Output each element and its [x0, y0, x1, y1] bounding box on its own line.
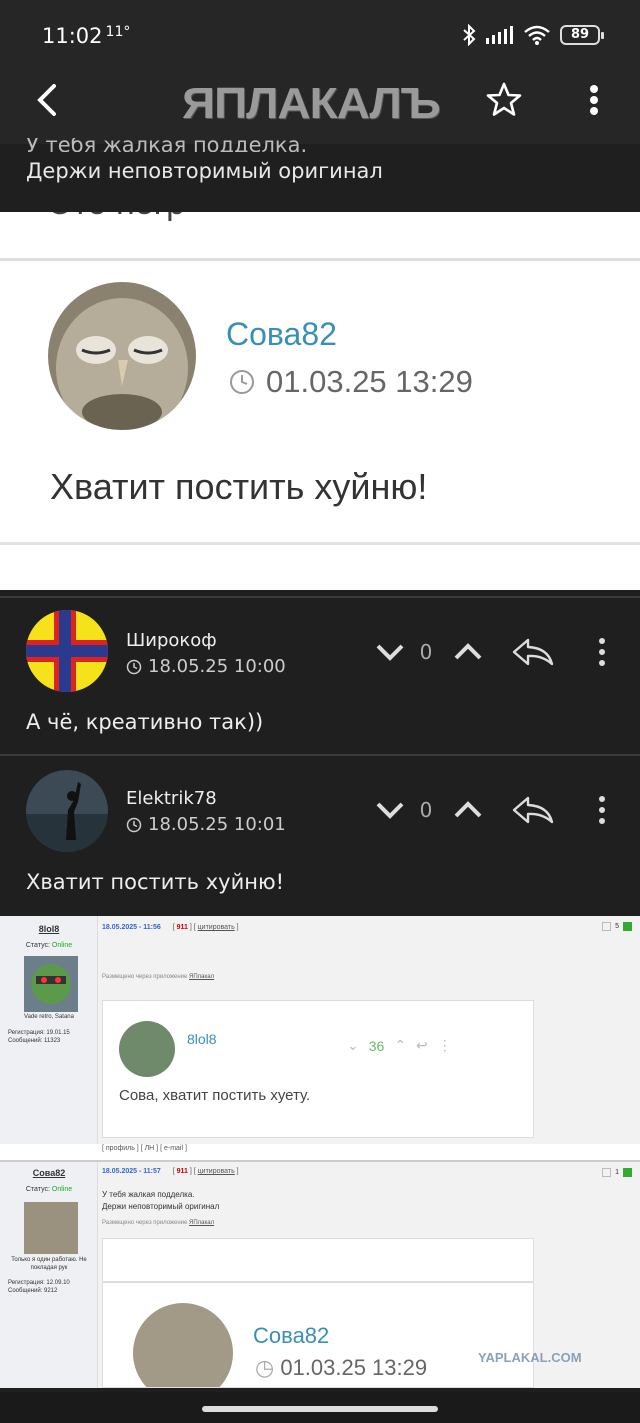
user-msgs: Сообщений: 11323 [8, 1038, 61, 1044]
inner-text: Сова, хватит постить хуету. [119, 1087, 311, 1104]
user-status: Статус: Online [25, 1186, 73, 1193]
username[interactable]: Сова82 [0, 1168, 98, 1178]
comment-menu-icon[interactable] [592, 636, 612, 668]
inner-author: 8lol8 [187, 1031, 217, 1047]
profile-links[interactable]: [ профиль ] [ ЛН ] [ e-mail ] [102, 1145, 187, 1152]
post-via: Размещено через приложение ЯПлакал [102, 1220, 215, 1226]
user-reg: Регистрация: 19.01.15 [8, 1030, 70, 1036]
reply-icon[interactable] [512, 636, 556, 668]
user-motto: Только я один работаю. Не покладая рук [11, 1257, 87, 1271]
quoted-line-2: Держи неповторимый оригинал [26, 159, 383, 183]
avatar[interactable] [26, 610, 108, 692]
comment-date: 18.05.25 10:00 [126, 656, 286, 677]
post-text-1: У тебя жалкая подделка. [102, 1190, 195, 1199]
divider [0, 258, 640, 261]
image-comment-text: Хватит постить хуйню! [50, 466, 428, 507]
forum-post: Сова82 Статус: Online Только я один рабо… [0, 1160, 640, 1388]
avatar[interactable] [26, 770, 108, 852]
vote-count: 0 [419, 640, 433, 664]
forum-post: 8lol8 Статус: Online Vade retro, Satana … [0, 916, 640, 1144]
post-text-2: Держи неповторимый оригинал [102, 1202, 220, 1211]
downvote-chevron-icon[interactable] [374, 636, 406, 668]
vote-count: 0 [419, 798, 433, 822]
image-date: 01.03.25 13:29 [228, 364, 473, 400]
user-motto: Vade retro, Satana [24, 1014, 74, 1020]
upvote-chevron-icon[interactable] [452, 794, 484, 826]
reply-icon[interactable] [512, 794, 556, 826]
inner-avatar [119, 1021, 175, 1077]
vote-controls: 0 [374, 794, 612, 826]
home-indicator[interactable] [202, 1406, 438, 1412]
clock-icon [126, 817, 142, 832]
inner-divider [103, 1281, 533, 1283]
comment-text: Хватит постить хуйню! [26, 870, 285, 894]
back-arrow-icon[interactable] [28, 78, 68, 122]
user-column: Сова82 Статус: Online Только я один рабо… [0, 1162, 98, 1388]
wifi-icon [524, 25, 550, 45]
user-column: 8lol8 Статус: Online Vade retro, Satana … [0, 916, 98, 1144]
upvote-chevron-icon[interactable] [452, 636, 484, 668]
comment-date: 18.05.25 10:01 [126, 814, 286, 835]
comment-text: А чё, креативно так)) [26, 710, 264, 734]
comment-card: Широкоф 18.05.25 10:00 0 А чё, креативно… [0, 596, 640, 754]
post-counter: 1 [602, 1168, 632, 1177]
inner-date: ◷ 01.03.25 13:29 [255, 1355, 428, 1380]
post-body: У тебя жалкая подделка. Держи неповторим… [0, 138, 640, 186]
clock-icon [126, 659, 142, 674]
status-bar: 11:02 11° 89 [0, 0, 640, 70]
app-header: ЯПЛАКАЛЪ [0, 70, 640, 144]
quoted-text: У тебя жалкая подделка. Держи неповторим… [0, 138, 640, 186]
inner-card: Сова82 ◷ 01.03.25 13:29 [102, 1238, 534, 1388]
status-time: 11:02 11° [42, 24, 131, 48]
owl-avatar [48, 282, 196, 430]
user-status: Статус: Online [25, 942, 73, 949]
image-cut-text: Это негр [48, 212, 185, 223]
gesture-bar [0, 1392, 640, 1423]
quoted-image[interactable]: Это негр Сова82 01.03.25 13:29 Хватит по… [0, 212, 640, 590]
clock-icon [230, 370, 254, 394]
inner-author: Сова82 [253, 1323, 330, 1348]
user-reg: Регистрация: 12.09.10 [8, 1280, 70, 1286]
inner-card: 8lol8 ⌄ 36 ⌃ ↩ ⋮ Сова, хватит постить хуету. [102, 1000, 534, 1138]
comment-author[interactable]: Elektrik78 [126, 788, 217, 809]
username[interactable]: 8lol8 [0, 924, 98, 934]
battery-icon: 89 [560, 25, 604, 45]
user-msgs: Сообщений: 9212 [8, 1288, 58, 1294]
more-menu-icon[interactable] [580, 78, 608, 122]
post-meta: 18.05.2025 - 11:57 [ 911 ] [ цитировать … [102, 1168, 239, 1175]
user-avatar [24, 956, 78, 1012]
image-author: Сова82 [226, 316, 337, 352]
signal-icon [486, 26, 513, 44]
bluetooth-icon [463, 24, 476, 46]
downvote-chevron-icon[interactable] [374, 794, 406, 826]
attached-screenshot[interactable]: 8lol8 Статус: Online Vade retro, Satana … [0, 916, 640, 1388]
status-icons: 89 [462, 24, 604, 46]
user-avatar [24, 1202, 78, 1254]
post-meta: 18.05.2025 - 11:56 [ 911 ] [ цитировать … [102, 924, 239, 931]
inner-votes: ⌄ 36 ⌃ ↩ ⋮ [347, 1037, 452, 1054]
star-icon[interactable] [482, 78, 526, 122]
comment-menu-icon[interactable] [592, 794, 612, 826]
post-via: Размещено через приложение ЯПлакал [102, 974, 215, 980]
post-counter: 5 [602, 922, 632, 931]
quoted-line-1: У тебя жалкая подделка. [26, 138, 308, 152]
divider [0, 542, 640, 545]
watermark: YAPLAKAL.COM [478, 1350, 582, 1365]
inner-avatar [133, 1303, 233, 1387]
vote-controls: 0 [374, 636, 612, 668]
comment-author[interactable]: Широкоф [126, 630, 217, 651]
comment-card: Elektrik78 18.05.25 10:01 0 Хватит пости… [0, 754, 640, 916]
site-logo: ЯПЛАКАЛЪ [182, 78, 441, 128]
